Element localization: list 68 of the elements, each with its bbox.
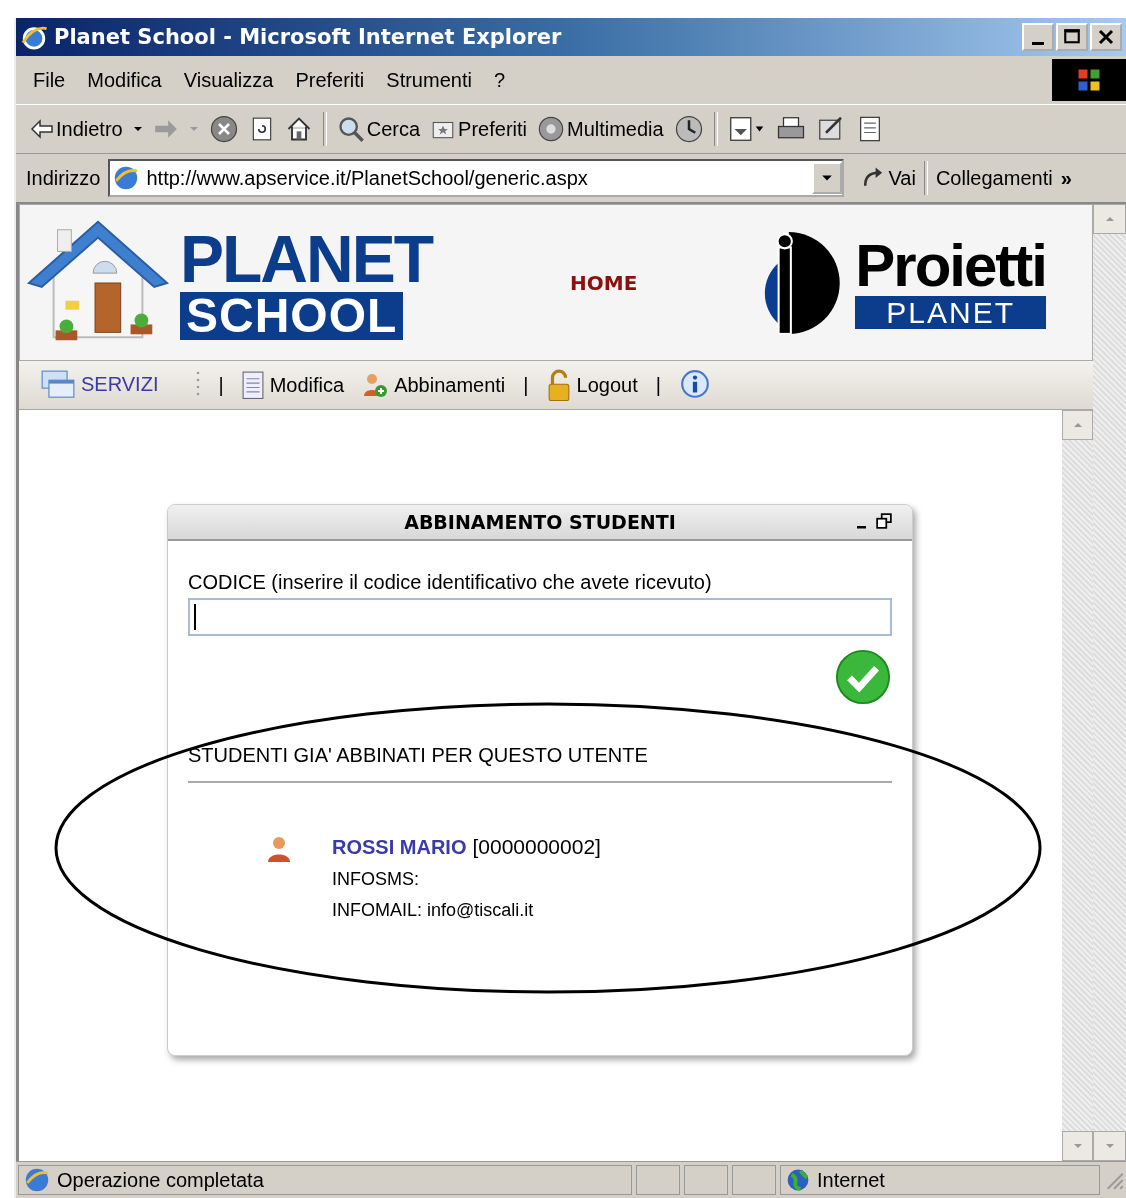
- maximize-icon: [1063, 28, 1081, 46]
- padlock-icon: [546, 368, 571, 402]
- confirm-check-icon[interactable]: [834, 648, 892, 706]
- menu-item[interactable]: ?: [482, 68, 517, 92]
- document-icon: [241, 370, 264, 400]
- user-icon: [266, 835, 292, 863]
- close-button[interactable]: [1090, 23, 1122, 51]
- window-title: Planet School - Microsoft Internet Explorer: [54, 25, 563, 49]
- field-label: CODICE (inserire il codice identificativo che avete ricevuto): [188, 571, 713, 594]
- menu-item[interactable]: Strumenti: [375, 68, 483, 92]
- logo-text: PLANET: [180, 225, 434, 292]
- menu-item[interactable]: Preferiti: [284, 68, 376, 92]
- up-arrow-icon: [1104, 214, 1115, 224]
- down-arrow-icon: [1072, 1141, 1083, 1151]
- logout-link[interactable]: Logout: [546, 368, 638, 402]
- home-link[interactable]: HOME: [570, 270, 638, 295]
- favorites-button[interactable]: Preferiti: [430, 116, 527, 142]
- status-pane: [684, 1165, 728, 1195]
- menu-item[interactable]: File: [22, 68, 77, 92]
- pairing-link[interactable]: Abbinamenti: [362, 372, 506, 398]
- zone-text: Internet: [817, 1168, 885, 1192]
- search-button[interactable]: Cerca: [336, 115, 421, 143]
- links-label[interactable]: Collegamenti: [935, 166, 1053, 190]
- info-icon[interactable]: [678, 369, 711, 401]
- more-chevron[interactable]: »: [1060, 166, 1072, 190]
- globe-icon: [785, 1167, 811, 1193]
- windows-logo-icon: [1052, 59, 1126, 101]
- page-icon: [23, 1166, 51, 1194]
- menu-item[interactable]: Modifica: [76, 68, 173, 92]
- minimize-icon: [1032, 41, 1044, 45]
- back-arrow-icon: [30, 117, 54, 141]
- code-field[interactable]: [188, 598, 892, 636]
- address-field[interactable]: http://www.apservice.it/PlanetSchool/generic.aspx: [108, 159, 845, 197]
- student-detail: INFOMAIL: info@tiscali.it: [332, 900, 535, 921]
- separator: |: [218, 373, 224, 397]
- student-detail: INFOSMS:: [332, 869, 420, 890]
- back-button[interactable]: Indietro: [30, 117, 123, 141]
- edit-link[interactable]: Modifica: [241, 370, 345, 400]
- menu-item[interactable]: Visualizza: [172, 68, 285, 92]
- student-name-link[interactable]: ROSSI MARIO: [332, 836, 467, 859]
- disc-icon: [537, 115, 565, 143]
- go-button[interactable]: Vai: [860, 165, 916, 191]
- brand-banner: PLANET: [855, 296, 1046, 329]
- address-label: Indirizzo: [26, 166, 101, 190]
- separator: |: [655, 373, 661, 397]
- add-user-icon: [362, 372, 389, 398]
- dropdown-button[interactable]: [812, 162, 843, 194]
- status-text: Operazione completata: [57, 1168, 264, 1192]
- windows-icon: [41, 370, 75, 400]
- separator: |: [523, 373, 529, 397]
- history-icon[interactable]: [673, 114, 704, 144]
- logo-banner: SCHOOL: [180, 291, 404, 340]
- status-pane: [732, 1165, 776, 1195]
- student-code: [0000000002]: [472, 835, 601, 859]
- section-title: STUDENTI GIA' ABBINATI PER QUESTO UTENTE: [188, 744, 649, 767]
- services-menu[interactable]: SERVIZI: [41, 370, 159, 400]
- media-button[interactable]: Multimedia: [537, 115, 664, 143]
- stop-icon[interactable]: [208, 114, 239, 144]
- brand-name: Proietti: [855, 236, 1046, 296]
- down-arrow-icon: [1104, 1141, 1115, 1151]
- maximize-button[interactable]: [1056, 23, 1088, 51]
- dialog-title: ABBINAMENTO STUDENTI: [404, 511, 676, 533]
- restore-icon[interactable]: [876, 513, 892, 529]
- up-arrow-icon: [1072, 420, 1083, 430]
- status-pane: [636, 1165, 680, 1195]
- minimize-button[interactable]: [1022, 23, 1054, 51]
- search-icon: [336, 115, 365, 143]
- close-icon: [1097, 28, 1115, 46]
